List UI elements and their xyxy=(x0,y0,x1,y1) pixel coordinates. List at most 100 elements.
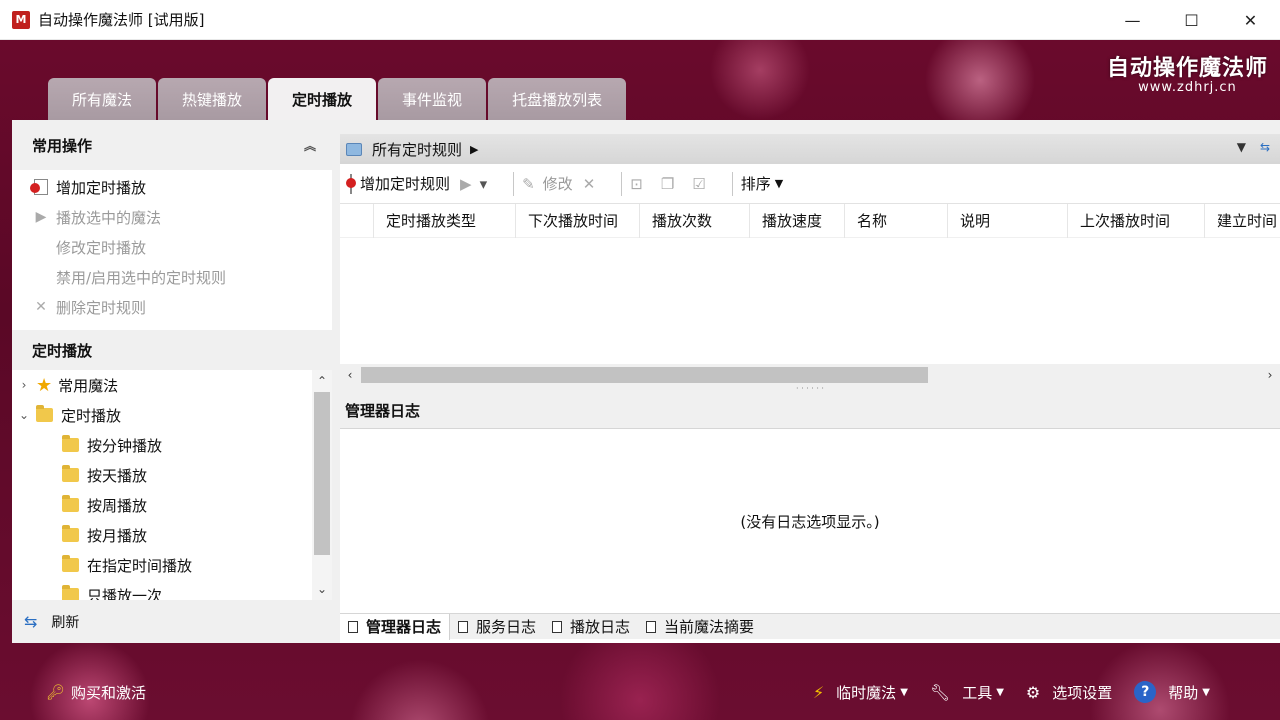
tab-event-monitor[interactable]: 事件监视 xyxy=(378,78,487,120)
delete-icon: ✕ xyxy=(582,174,596,193)
column-header-type[interactable]: 定时播放类型 xyxy=(374,203,516,238)
tree-item-scheduled[interactable]: ⌄ 定时播放 xyxy=(12,400,332,430)
buy-label: 购买和激活 xyxy=(71,683,147,702)
refresh-button[interactable]: ⇆ 刷新 xyxy=(12,600,332,643)
tab-scheduled-play[interactable]: 定时播放 xyxy=(268,78,377,120)
tree-item-label: 按分钟播放 xyxy=(87,436,163,455)
summary-icon xyxy=(646,620,657,633)
title-bar: M 自动操作魔法师 [试用版] — ☐ ✕ xyxy=(0,0,1280,40)
column-header-name[interactable]: 名称 xyxy=(845,203,948,238)
play-icon: ▶ xyxy=(460,174,472,193)
bottom-bar: 🔑︎ 购买和激活 ⚡︎ 临时魔法 ▼ 🔧︎ 工具 ▼ ⚙ 选项设置 ? 帮助 ▼ xyxy=(0,670,1280,714)
folder-icon xyxy=(62,525,79,542)
scroll-left-icon[interactable]: ‹ xyxy=(340,368,360,382)
tree-item-per-minute[interactable]: 按分钟播放 xyxy=(12,430,332,460)
collapse-tree-icon[interactable]: ⌄ xyxy=(12,408,36,422)
dropdown-icon: ▼ xyxy=(1202,686,1210,698)
help-label: 帮助 xyxy=(1168,683,1199,702)
column-header-description[interactable]: 说明 xyxy=(948,203,1068,238)
op-delete-rule[interactable]: ✕ 删除定时规则 xyxy=(12,292,332,322)
op-label: 播放选中的魔法 xyxy=(56,208,162,227)
op-toggle-rule[interactable]: 禁用/启用选中的定时规则 xyxy=(12,262,332,292)
tree-item-specific-time[interactable]: 在指定时间播放 xyxy=(12,550,332,580)
tab-tray-playlist[interactable]: 托盘播放列表 xyxy=(488,78,627,120)
log-tab-service[interactable]: 服务日志 xyxy=(450,614,544,640)
grid-hscrollbar[interactable]: ‹ › xyxy=(340,364,1280,386)
folder-icon xyxy=(62,495,79,512)
expand-icon[interactable]: › xyxy=(12,378,36,392)
log-tabs: 管理器日志 服务日志 播放日志 当前魔法摘要 xyxy=(340,613,1280,640)
tree-item-per-week[interactable]: 按周播放 xyxy=(12,490,332,520)
minimize-button[interactable]: — xyxy=(1103,0,1162,40)
log-area: (没有日志选项显示。) xyxy=(340,428,1280,613)
help-icon: ? xyxy=(1134,681,1157,703)
tree-item-label: 常用魔法 xyxy=(58,376,119,395)
tree-item-per-month[interactable]: 按月播放 xyxy=(12,520,332,550)
unlock-button[interactable]: ⊡ xyxy=(630,175,651,193)
schedule-tree: › ★ 常用魔法 ⌄ 定时播放 按分钟播放 按天播放 按周播放 按月播放 在指定… xyxy=(12,370,332,600)
column-header-play-speed[interactable]: 播放速度 xyxy=(750,203,845,238)
op-play-selected[interactable]: ▶ 播放选中的魔法 xyxy=(12,202,332,232)
play-button[interactable]: ▶ ▾ xyxy=(460,175,495,193)
scroll-thumb[interactable] xyxy=(314,392,330,555)
play-dropdown-icon[interactable]: ▾ xyxy=(480,175,488,193)
op-edit-schedule[interactable]: 修改定时播放 xyxy=(12,232,332,262)
column-header-last-time[interactable]: 上次播放时间 xyxy=(1068,203,1205,238)
scroll-up-icon[interactable]: ⌃ xyxy=(312,370,332,392)
common-ops-header[interactable]: 常用操作 ︽ xyxy=(12,120,332,170)
tab-all-magic[interactable]: 所有魔法 xyxy=(48,78,157,120)
brand-url: www.zdhrj.cn xyxy=(1138,80,1237,95)
scroll-down-icon[interactable]: ⌄ xyxy=(312,578,332,600)
delete-button[interactable]: ✕ xyxy=(583,175,604,193)
column-header-created-time[interactable]: 建立时间 xyxy=(1205,204,1280,238)
tree-scrollbar[interactable]: ⌃ ⌄ xyxy=(312,370,332,600)
folder-icon xyxy=(62,585,79,600)
window-title: 自动操作魔法师 [试用版] xyxy=(38,11,205,29)
column-header-play-count[interactable]: 播放次数 xyxy=(640,203,750,238)
content-area: 常用操作 ︽ 增加定时播放 ▶ 播放选中的魔法 修改定时播放 禁用/启用选中的定… xyxy=(12,120,1280,643)
left-panel: 常用操作 ︽ 增加定时播放 ▶ 播放选中的魔法 修改定时播放 禁用/启用选中的定… xyxy=(12,120,332,643)
check-button[interactable]: ☑ xyxy=(692,175,713,193)
path-dropdown-icon[interactable]: ▼ xyxy=(1237,140,1246,154)
temp-magic-label: 临时魔法 xyxy=(836,683,897,702)
add-rule-label: 增加定时规则 xyxy=(360,175,451,193)
gear-icon: ⚙ xyxy=(1025,682,1041,702)
log-tab-summary[interactable]: 当前魔法摘要 xyxy=(638,614,762,640)
help-button[interactable]: ? 帮助 ▼ xyxy=(1134,681,1210,703)
maximize-button[interactable]: ☐ xyxy=(1162,0,1221,40)
op-add-schedule[interactable]: 增加定时播放 xyxy=(12,172,332,202)
buy-activate-button[interactable]: 🔑︎ 购买和激活 xyxy=(46,682,146,703)
add-rule-button[interactable]: 增加定时规则 xyxy=(350,173,450,194)
sort-label: 排序 xyxy=(740,175,771,193)
toolbar: 增加定时规则 ▶ ▾ ✎ 修改 ✕ ⊡ ❐ ☑ 排序 ▼ xyxy=(340,164,1280,204)
clipboard-check-icon: ☑ xyxy=(692,174,706,193)
schedule-title: 定时播放 xyxy=(32,341,93,360)
tools-button[interactable]: 🔧︎ 工具 ▼ xyxy=(930,682,1004,703)
close-button[interactable]: ✕ xyxy=(1221,0,1280,40)
column-header-next-time[interactable]: 下次播放时间 xyxy=(516,203,640,238)
options-button[interactable]: ⚙ 选项设置 xyxy=(1026,682,1112,703)
tree-item-per-day[interactable]: 按天播放 xyxy=(12,460,332,490)
log-tab-manager[interactable]: 管理器日志 xyxy=(340,613,451,640)
path-arrow-icon[interactable]: ▶ xyxy=(470,143,478,156)
path-label[interactable]: 所有定时规则 xyxy=(372,139,462,160)
window-controls: — ☐ ✕ xyxy=(1103,0,1280,40)
op-label: 删除定时规则 xyxy=(56,298,147,317)
hscroll-thumb[interactable] xyxy=(361,367,928,383)
wrench-icon: 🔧︎ xyxy=(929,682,951,702)
collapse-icon[interactable]: ︽ xyxy=(304,137,316,154)
add-doc-icon xyxy=(350,173,352,194)
path-refresh-icon[interactable]: ⇆ xyxy=(1260,140,1270,154)
copy-button[interactable]: ❐ xyxy=(661,175,682,193)
edit-button[interactable]: ✎ 修改 xyxy=(522,173,573,194)
options-label: 选项设置 xyxy=(1052,683,1113,702)
temp-magic-button[interactable]: ⚡︎ 临时魔法 ▼ xyxy=(813,682,908,703)
column-header-select[interactable] xyxy=(340,203,374,238)
sort-button[interactable]: 排序 ▼ xyxy=(741,173,783,194)
scroll-right-icon[interactable]: › xyxy=(1260,368,1280,382)
tree-item-once[interactable]: 只播放一次 xyxy=(12,580,332,600)
tab-hotkey-play[interactable]: 热键播放 xyxy=(158,78,267,120)
tree-item-common-magic[interactable]: › ★ 常用魔法 xyxy=(12,370,332,400)
log-tab-play[interactable]: 播放日志 xyxy=(544,614,638,640)
path-bar: 所有定时规则 ▶ ▼ ⇆ xyxy=(340,134,1280,164)
